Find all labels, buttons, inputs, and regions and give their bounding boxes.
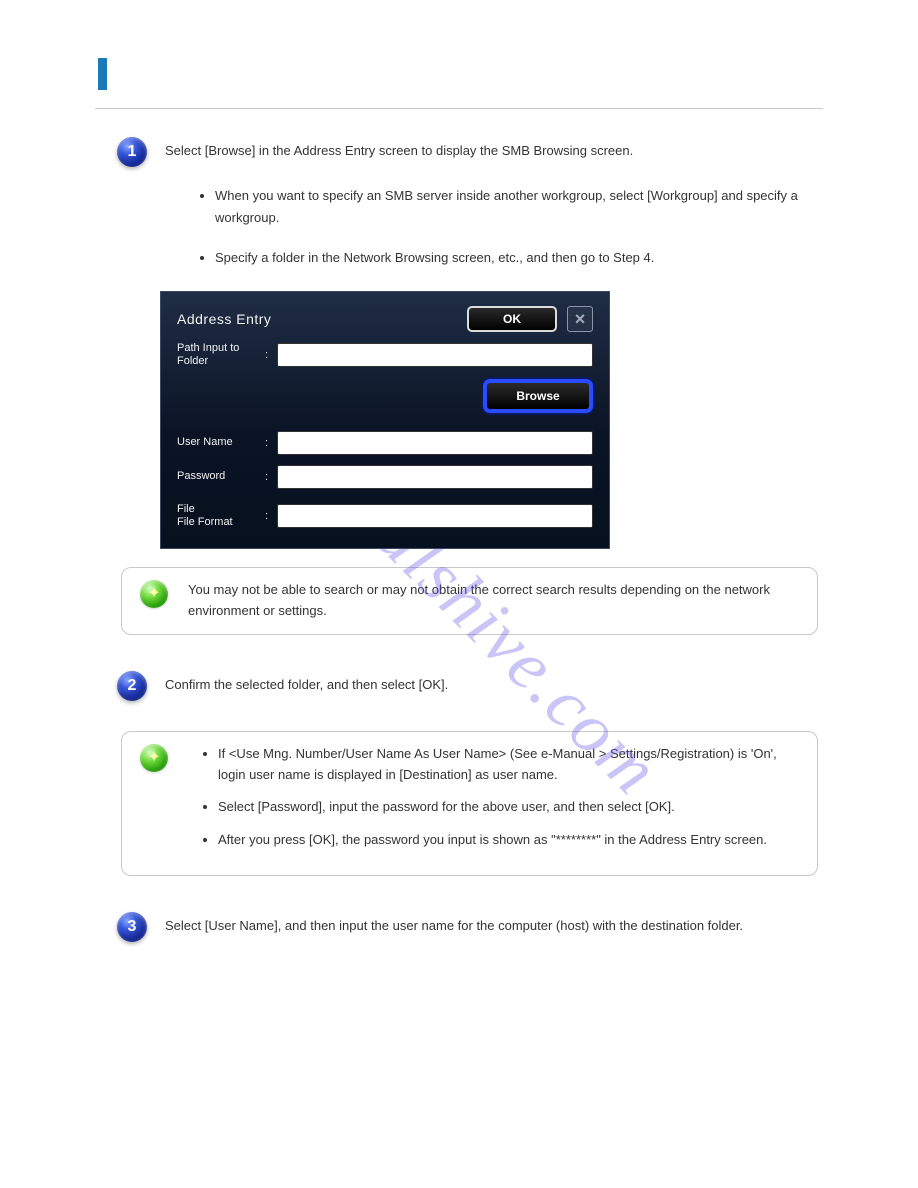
hint-icon: ✦ xyxy=(140,580,168,608)
hint-icon: ✦ xyxy=(140,744,168,772)
path-label: Path Input to Folder xyxy=(177,342,257,368)
divider xyxy=(95,108,823,109)
note-text: You may not be able to search or may not… xyxy=(188,580,799,622)
note-box-1: ✦ You may not be able to search or may n… xyxy=(121,567,818,635)
colon: : xyxy=(265,349,269,361)
password-input[interactable] xyxy=(277,465,593,489)
accent-bar xyxy=(98,58,107,90)
username-label: User Name xyxy=(177,436,257,449)
username-input[interactable] xyxy=(277,431,593,455)
address-entry-dialog: Address Entry OK × Path Input to Folder … xyxy=(160,291,610,549)
list-item: After you press [OK], the password you i… xyxy=(218,830,799,851)
step-1-bullets: When you want to specify an SMB server i… xyxy=(215,185,803,269)
list-item: When you want to specify an SMB server i… xyxy=(215,185,803,229)
step-number-2: 2 xyxy=(117,671,147,701)
list-item: Select [Password], input the password fo… xyxy=(218,797,799,818)
note-box-2: ✦ If <Use Mng. Number/User Name As User … xyxy=(121,731,818,876)
step-3-text: Select [User Name], and then input the u… xyxy=(165,912,743,942)
list-item: Specify a folder in the Network Browsing… xyxy=(215,247,803,269)
ok-button[interactable]: OK xyxy=(467,306,557,332)
path-input[interactable] xyxy=(277,343,593,367)
colon: : xyxy=(265,471,269,483)
colon: : xyxy=(265,510,269,522)
file-label: File File Format xyxy=(177,503,257,529)
step-2-text: Confirm the selected folder, and then se… xyxy=(165,671,448,701)
browse-button[interactable]: Browse xyxy=(483,379,593,413)
list-item: If <Use Mng. Number/User Name As User Na… xyxy=(218,744,799,786)
step-3: 3 Select [User Name], and then input the… xyxy=(117,912,823,942)
step-number-1: 1 xyxy=(117,137,147,167)
file-format-input[interactable] xyxy=(277,504,593,528)
password-label: Password xyxy=(177,470,257,483)
step-1-text: Select [Browse] in the Address Entry scr… xyxy=(165,137,633,167)
step-2: 2 Confirm the selected folder, and then … xyxy=(117,671,823,701)
note-2-list: If <Use Mng. Number/User Name As User Na… xyxy=(218,744,799,851)
colon: : xyxy=(265,437,269,449)
close-button[interactable]: × xyxy=(567,306,593,332)
step-1: 1 Select [Browse] in the Address Entry s… xyxy=(117,137,823,167)
step-number-3: 3 xyxy=(117,912,147,942)
dialog-title: Address Entry xyxy=(177,311,271,327)
